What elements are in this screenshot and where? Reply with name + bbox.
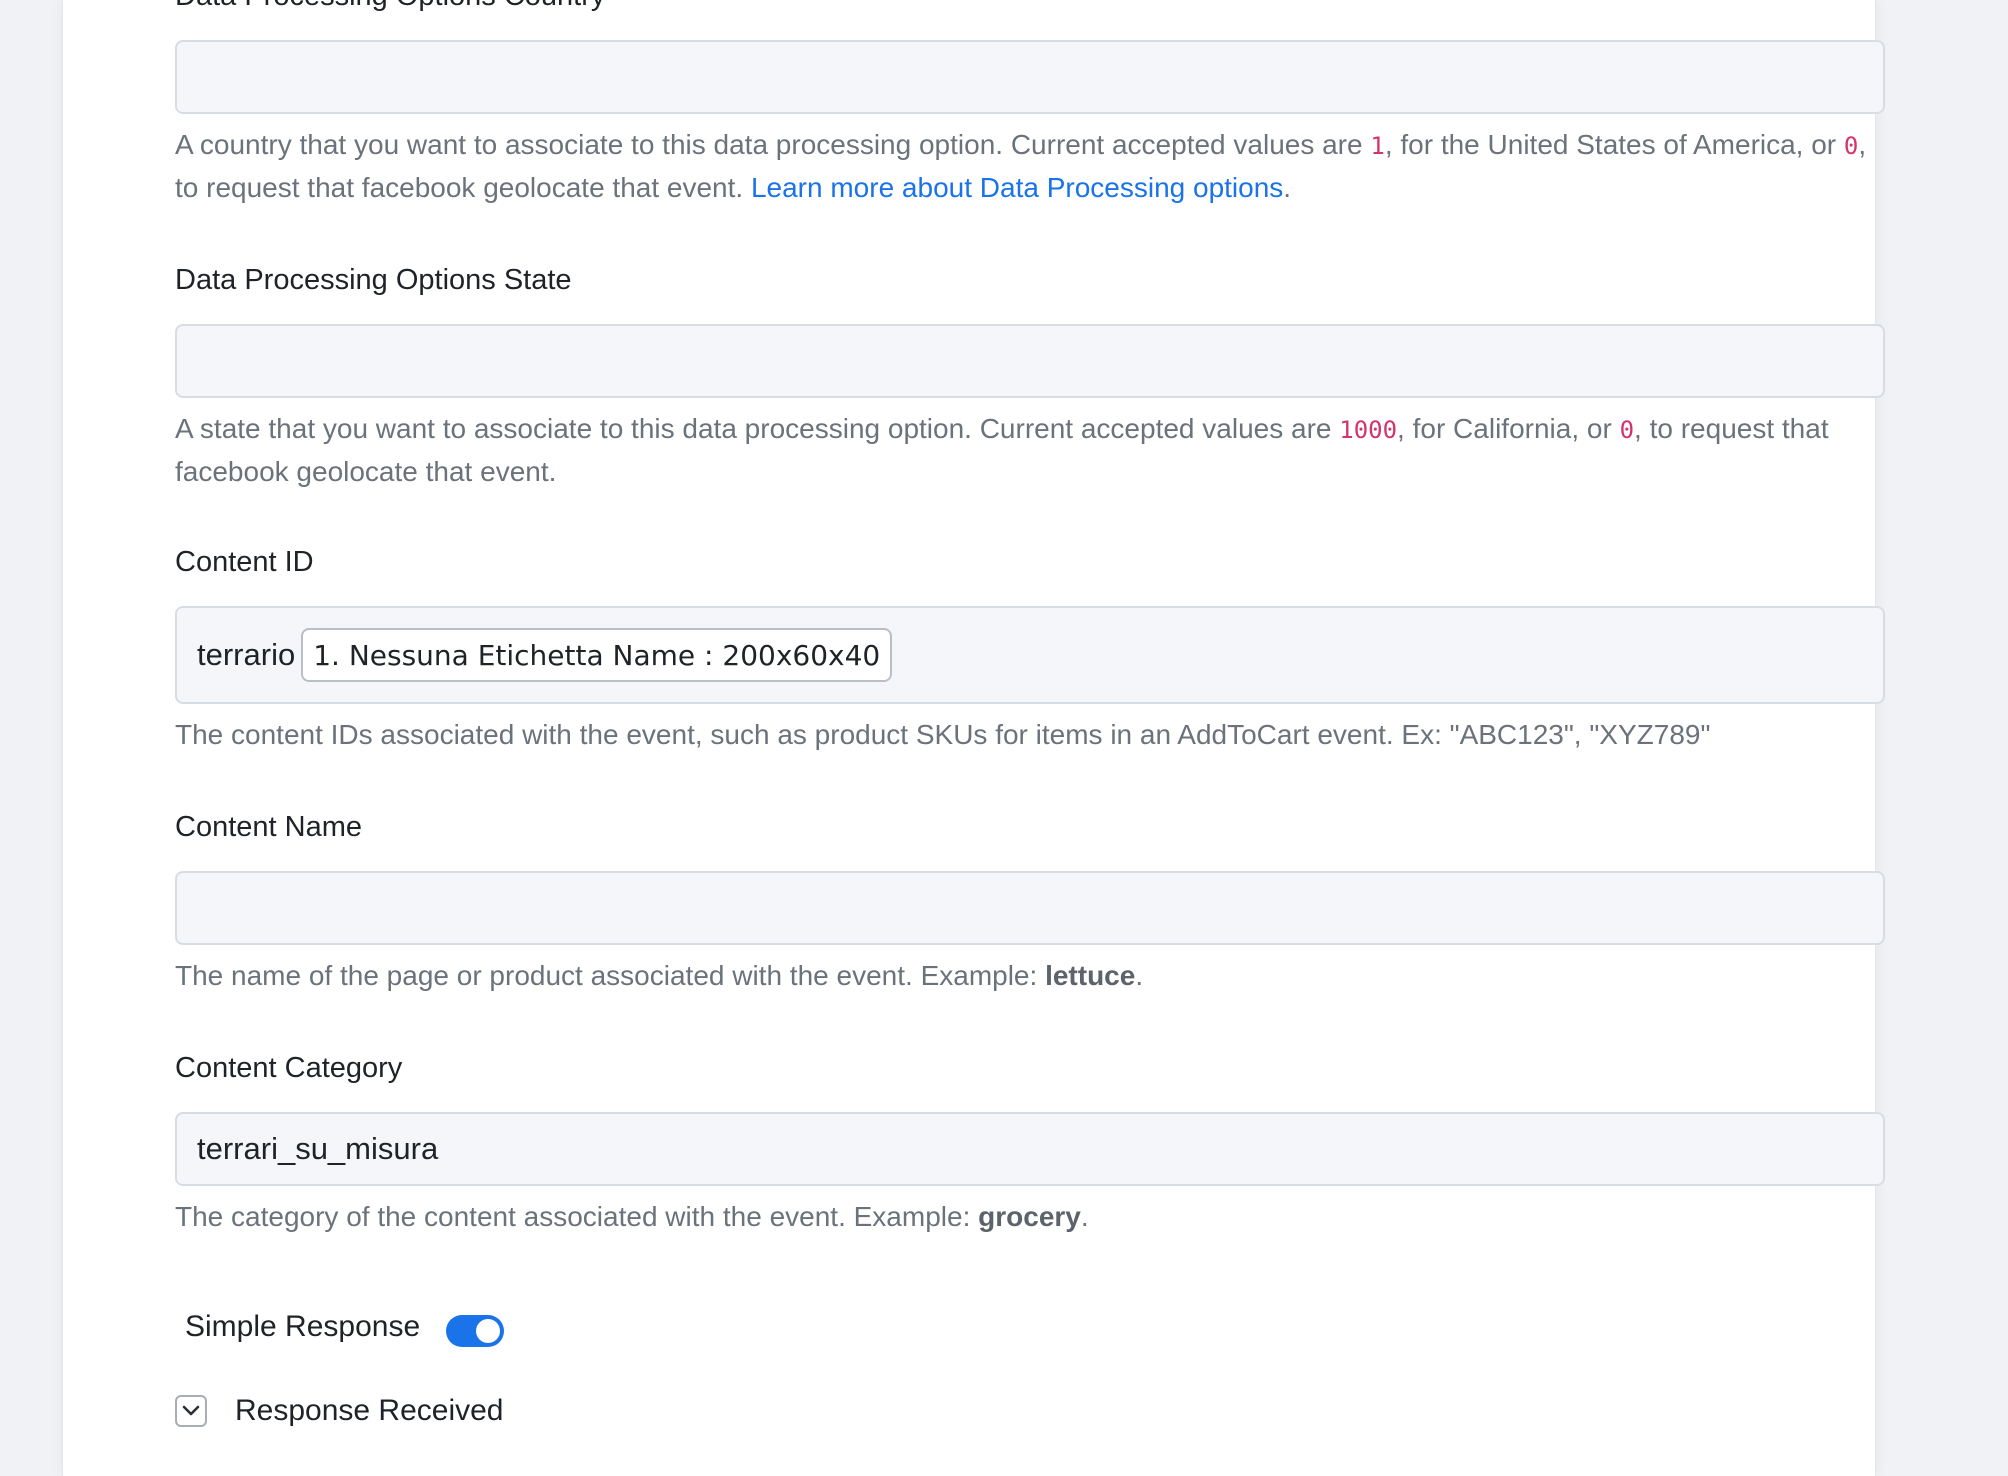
content-id-tokens: terrario 1. Nessuna Etichetta Name : 200… [197, 608, 893, 702]
state-code-california: 1000 [1339, 416, 1398, 444]
response-received-row[interactable]: Response Received [175, 1394, 504, 1428]
simple-response-label: Simple Response [185, 1310, 421, 1343]
content-name-help: The name of the page or product associat… [175, 955, 1895, 997]
content-name-example: lettuce [1045, 960, 1136, 991]
content-id-prefix: terrario [197, 637, 296, 672]
simple-response-row: Simple Response [185, 1310, 505, 1347]
learn-more-link[interactable]: Learn more about Data Processing options [751, 172, 1283, 203]
country-help: A country that you want to associate to … [175, 124, 1895, 209]
state-code-geolocate: 0 [1619, 416, 1635, 444]
country-input[interactable] [175, 40, 1885, 114]
content-id-chip[interactable]: 1. Nessuna Etichetta Name : 200x60x40 [301, 628, 893, 682]
content-category-help-end: . [1080, 1201, 1089, 1232]
content-id-input[interactable]: terrario 1. Nessuna Etichetta Name : 200… [175, 606, 1885, 704]
content-category-help: The category of the content associated w… [175, 1196, 1895, 1238]
response-received-label: Response Received [235, 1394, 504, 1427]
toggle-knob [476, 1319, 501, 1343]
country-label: Data Processing Options Country [175, 0, 605, 13]
content-category-input[interactable]: terrari_su_misura [175, 1112, 1885, 1186]
form-panel: Data Processing Options Country A countr… [62, 0, 1885, 1476]
country-help-text-mid: , for the United States of America, or [1384, 129, 1844, 160]
chevron-down-icon[interactable] [175, 1395, 207, 1427]
content-id-label: Content ID [175, 546, 314, 578]
country-code-us: 1 [1370, 132, 1385, 160]
content-id-help: The content IDs associated with the even… [175, 719, 1711, 750]
state-help-text-mid: , for California, or [1397, 413, 1620, 444]
content-name-input[interactable] [175, 871, 1885, 945]
content-name-help-end: . [1135, 960, 1144, 991]
content-category-example: grocery [978, 1201, 1081, 1232]
content-name-help-text: The name of the page or product associat… [175, 960, 1046, 991]
country-help-end: . [1283, 172, 1292, 203]
content-category-input-value[interactable]: terrari_su_misura [197, 1114, 438, 1184]
country-help-text: A country that you want to associate to … [175, 129, 1371, 160]
state-help: A state that you want to associate to th… [175, 408, 1895, 493]
state-label: Data Processing Options State [175, 264, 572, 296]
simple-response-toggle[interactable] [446, 1315, 505, 1347]
content-category-help-text: The category of the content associated w… [175, 1201, 979, 1232]
state-help-text: A state that you want to associate to th… [175, 413, 1340, 444]
content-category-label: Content Category [175, 1052, 403, 1084]
country-code-geolocate: 0 [1843, 132, 1859, 160]
content-name-label: Content Name [175, 811, 362, 843]
state-input[interactable] [175, 324, 1885, 398]
